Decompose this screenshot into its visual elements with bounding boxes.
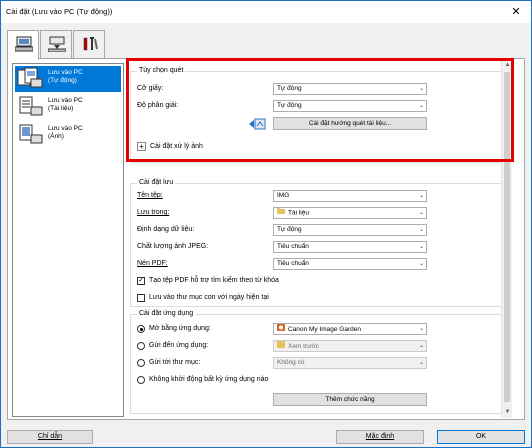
subfolder-label: Lưu vào thư mục con với ngày hiện tại [149, 294, 269, 301]
pdf-compression-select[interactable]: Tiêu chuẩn ⌄ [273, 258, 427, 270]
send-to-folder-label: Gửi tới thư mục: [149, 359, 201, 366]
preview-app-icon [277, 341, 285, 352]
scanner-to-pc-icon [48, 36, 66, 52]
jpeg-quality-value: Tiêu chuẩn [277, 243, 309, 250]
list-item-label: Lưu vào PC [48, 125, 83, 132]
open-with-radio[interactable] [137, 325, 145, 333]
save-auto-icon [17, 67, 43, 88]
scan-type-list: Lưu vào PC (Tự động) Lưu vào PC (Tài liệu) [12, 63, 124, 417]
keyword-pdf-label: Tạo tệp PDF hỗ trợ tìm kiếm theo từ khóa [149, 277, 279, 284]
title-bar: Cài đặt (Lưu vào PC (Tự động)) ✕ [1, 1, 531, 23]
open-with-select[interactable]: Canon My Image Garden ⌄ [273, 323, 427, 335]
chevron-down-icon: ⌄ [418, 343, 424, 349]
chevron-down-icon: ⌄ [418, 210, 424, 216]
list-item-save-document[interactable]: Lưu vào PC (Tài liệu) [15, 94, 121, 120]
send-to-folder-select[interactable]: Không có ⌄ [273, 357, 427, 369]
list-item-save-auto[interactable]: Lưu vào PC (Tự động) [15, 66, 121, 92]
open-with-label: Mở bằng ứng dụng: [149, 325, 211, 332]
send-to-app-select[interactable]: Xem trước ⌄ [273, 340, 427, 352]
tab-scan-from-computer[interactable] [7, 30, 39, 60]
app-settings-group: Cài đặt ứng dụng Mở bằng ứng dụng: Canon… [130, 310, 510, 414]
jpeg-quality-select[interactable]: Tiêu chuẩn ⌄ [273, 241, 427, 253]
send-to-app-radio[interactable] [137, 342, 145, 350]
pdf-compression-value: Tiêu chuẩn [277, 260, 309, 267]
save-settings-group: Cài đặt lưu Tên tệp: IMG ⌄ Lưu trong: Tài… [130, 179, 510, 307]
window-title: Cài đặt (Lưu vào PC (Tự động)) [6, 7, 113, 16]
send-to-app-label: Gửi đến ứng dụng: [149, 342, 209, 349]
chevron-down-icon: ⌄ [418, 227, 424, 233]
help-button-label: Chỉ dẫn [37, 433, 63, 440]
chevron-down-icon: ⌄ [418, 261, 424, 267]
save-in-select[interactable]: Tài liệu ⌄ [273, 207, 427, 219]
save-in-label: Lưu trong: [137, 209, 170, 216]
tools-icon [83, 37, 98, 51]
list-item-sublabel: (Tài liệu) [48, 105, 74, 112]
do-not-start-label: Không khởi động bất kỳ ứng dụng nào [149, 376, 269, 383]
app-settings-title: Cài đặt ứng dụng [137, 310, 196, 317]
folder-icon [277, 208, 285, 218]
scan-from-computer-icon [15, 36, 33, 52]
list-item-sublabel: (Ảnh) [48, 133, 64, 140]
save-photo-icon [19, 124, 43, 144]
ok-button[interactable]: OK [437, 430, 525, 444]
settings-dialog: Cài đặt (Lưu vào PC (Tự động)) ✕ Lưu vào… [0, 0, 532, 448]
list-item-label: Lưu vào PC [48, 69, 83, 76]
save-settings-title: Cài đặt lưu [137, 179, 176, 186]
chevron-down-icon: ⌄ [418, 244, 424, 250]
close-icon[interactable]: ✕ [507, 4, 525, 20]
pdf-compression-label: Nén PDF: [137, 260, 168, 267]
file-name-label: Tên tệp: [137, 192, 163, 199]
help-button[interactable]: Chỉ dẫn [7, 430, 93, 444]
list-item-sublabel: (Tự động) [48, 77, 77, 84]
data-format-value: Tự động [277, 226, 302, 233]
send-to-app-value: Xem trước [288, 343, 320, 351]
file-name-value: IMG [277, 192, 290, 199]
send-to-folder-value: Không có [277, 359, 305, 366]
highlight-box [126, 58, 514, 162]
keyword-pdf-checkbox[interactable]: ✓ [137, 277, 145, 285]
list-item-save-photo[interactable]: Lưu vào PC (Ảnh) [15, 122, 121, 148]
list-item-label: Lưu vào PC [48, 97, 83, 104]
tab-scanner-to-pc[interactable] [40, 30, 72, 58]
subfolder-checkbox[interactable] [137, 294, 145, 302]
do-not-start-radio[interactable] [137, 376, 145, 384]
more-functions-button[interactable]: Thêm chức năng [273, 393, 427, 406]
file-name-select[interactable]: IMG ⌄ [273, 190, 427, 202]
defaults-button[interactable]: Mặc định [336, 430, 424, 444]
tab-general-settings[interactable] [73, 30, 105, 58]
chevron-down-icon: ⌄ [418, 360, 424, 366]
send-to-folder-radio[interactable] [137, 359, 145, 367]
chevron-down-icon: ⌄ [418, 326, 424, 332]
data-format-label: Định dạng dữ liệu: [137, 226, 195, 233]
data-format-select[interactable]: Tự động ⌄ [273, 224, 427, 236]
open-with-value: Canon My Image Garden [288, 326, 361, 334]
chevron-down-icon: ⌄ [418, 193, 424, 199]
jpeg-quality-label: Chất lượng ảnh JPEG: [137, 243, 209, 250]
save-document-icon [19, 96, 43, 116]
defaults-button-label: Mặc định [365, 433, 395, 440]
image-garden-icon [277, 324, 285, 335]
save-in-value: Tài liệu [288, 209, 309, 217]
scroll-down-icon[interactable]: ▼ [502, 407, 513, 418]
